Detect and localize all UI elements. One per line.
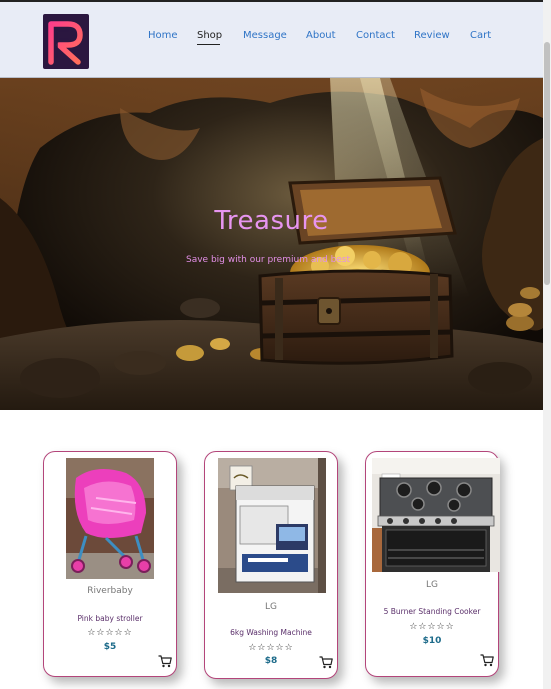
product-image-cooker[interactable] bbox=[372, 458, 500, 572]
nav-home[interactable]: Home bbox=[148, 30, 178, 41]
product-price: $5 bbox=[103, 642, 117, 652]
product-image-stroller[interactable] bbox=[66, 458, 154, 579]
site-header: Home Shop Message About Contact Review C… bbox=[0, 0, 543, 78]
cart-icon[interactable] bbox=[158, 653, 172, 668]
product-card[interactable]: LG 6kg Washing Machine ☆☆☆☆☆ $8 bbox=[204, 451, 338, 679]
nav-shop[interactable]: Shop bbox=[197, 30, 222, 45]
hero-title: Treasure bbox=[214, 206, 329, 236]
scrollbar-thumb[interactable] bbox=[544, 42, 550, 285]
nav-cart[interactable]: Cart bbox=[470, 30, 491, 41]
product-card[interactable]: Riverbaby Pink baby stroller ☆☆☆☆☆ $5 bbox=[43, 451, 177, 677]
hero-image bbox=[0, 78, 543, 410]
cart-icon[interactable] bbox=[480, 652, 494, 667]
rating-stars: ☆☆☆☆☆ bbox=[248, 643, 294, 653]
product-grid: Riverbaby Pink baby stroller ☆☆☆☆☆ $5 LG… bbox=[0, 410, 543, 689]
product-image-washing-machine[interactable] bbox=[218, 458, 326, 593]
product-name[interactable]: 6kg Washing Machine bbox=[205, 628, 337, 637]
nav-about[interactable]: About bbox=[306, 30, 336, 41]
r-logo-icon[interactable] bbox=[43, 14, 89, 69]
product-brand: LG bbox=[426, 580, 438, 590]
cart-icon[interactable] bbox=[319, 654, 333, 669]
nav-review[interactable]: Review bbox=[414, 30, 450, 41]
product-price: $10 bbox=[422, 636, 442, 646]
product-brand: LG bbox=[265, 602, 277, 612]
hero-subtitle: Save big with our premium and best bbox=[186, 255, 351, 265]
page: Home Shop Message About Contact Review C… bbox=[0, 0, 551, 689]
page-scrollbar[interactable] bbox=[543, 0, 551, 689]
product-price: $8 bbox=[264, 656, 278, 666]
product-brand: Riverbaby bbox=[87, 586, 133, 596]
nav-contact[interactable]: Contact bbox=[356, 30, 395, 41]
hero-banner: Treasure Save big with our premium and b… bbox=[0, 78, 543, 410]
rating-stars: ☆☆☆☆☆ bbox=[87, 628, 133, 638]
product-name[interactable]: Pink baby stroller bbox=[44, 614, 176, 623]
nav-message[interactable]: Message bbox=[243, 30, 287, 41]
rating-stars: ☆☆☆☆☆ bbox=[409, 622, 455, 632]
product-name[interactable]: 5 Burner Standing Cooker bbox=[366, 607, 498, 616]
product-card[interactable]: LG 5 Burner Standing Cooker ☆☆☆☆☆ $10 bbox=[365, 451, 500, 677]
